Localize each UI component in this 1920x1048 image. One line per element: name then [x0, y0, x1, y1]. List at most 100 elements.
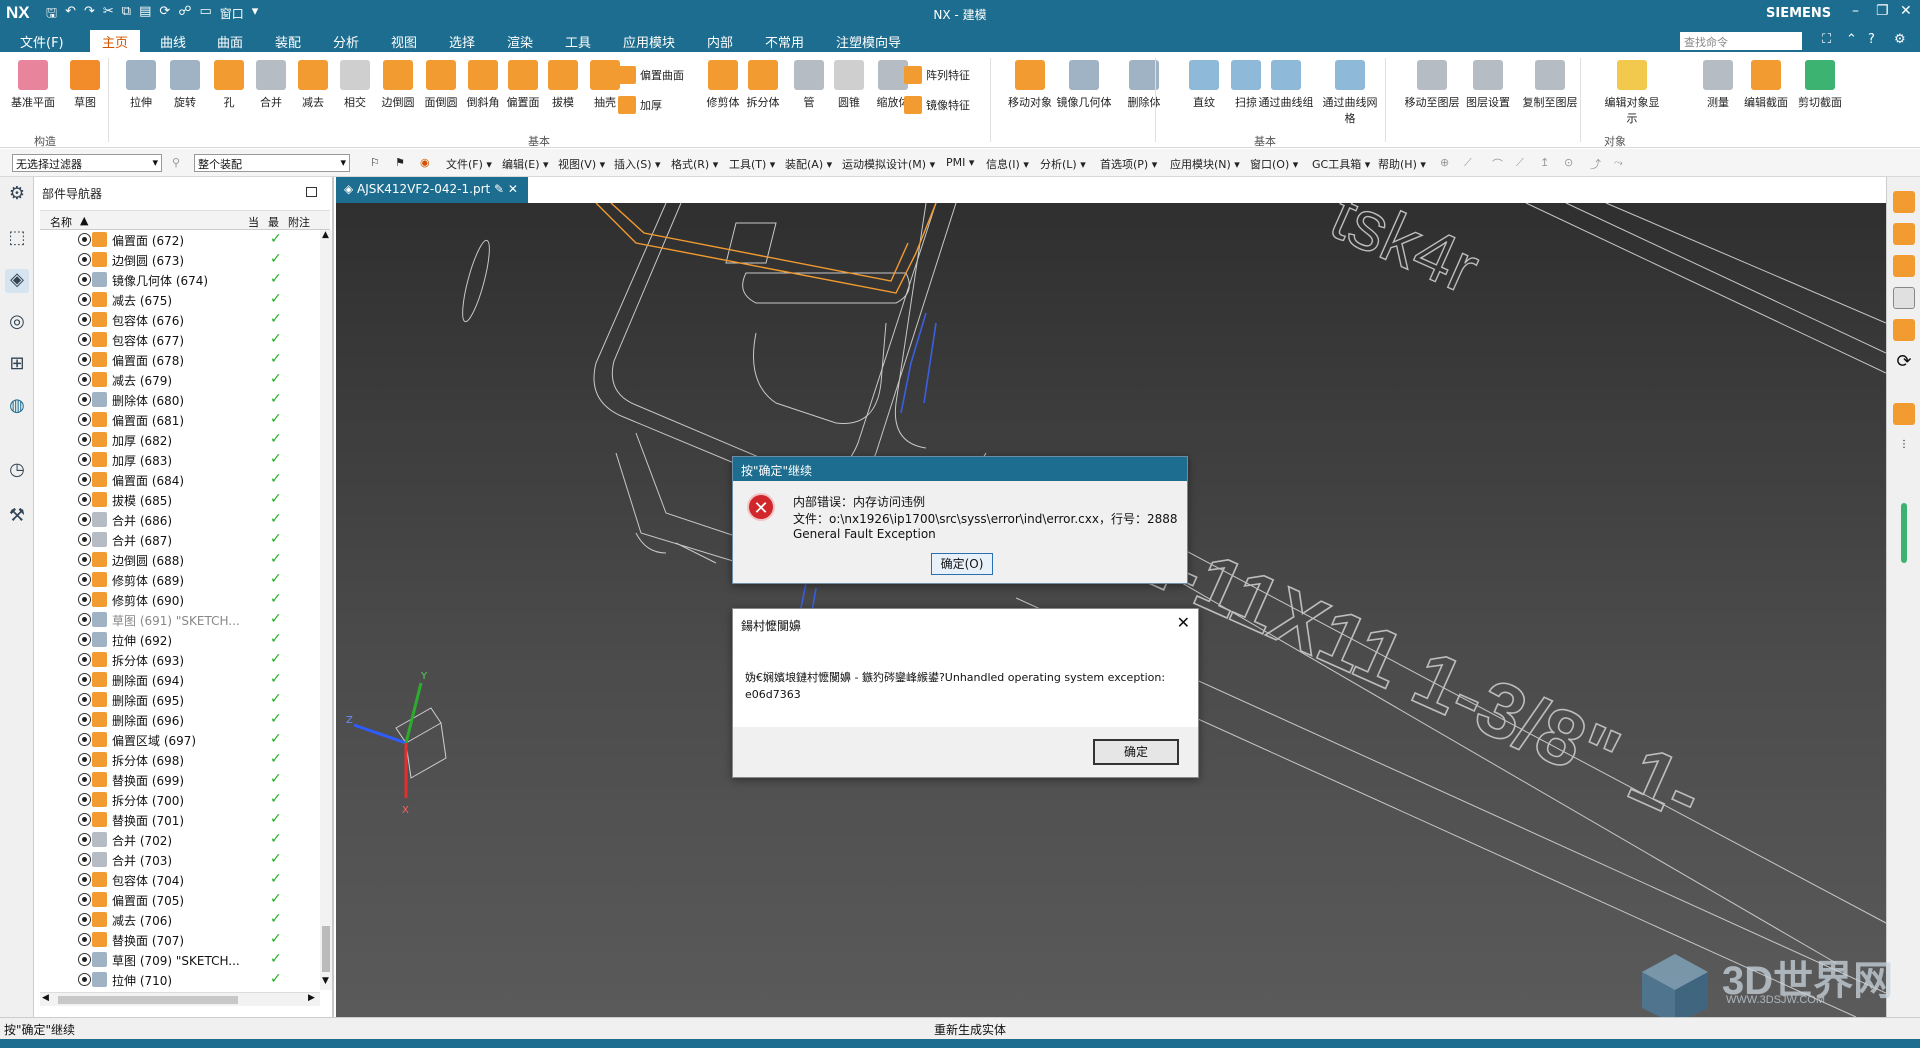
- close-icon[interactable]: ✕: [1177, 613, 1190, 632]
- history-icon[interactable]: ◷: [5, 459, 29, 483]
- confirm-button[interactable]: 确定: [1093, 739, 1179, 765]
- visibility-eye-icon[interactable]: [78, 413, 91, 426]
- snap-mid-icon[interactable]: ↥: [1540, 156, 1549, 169]
- feature-row[interactable]: 拉伸 (692) ✓: [40, 630, 318, 650]
- snap-point-icon[interactable]: ⊕: [1440, 156, 1449, 169]
- visibility-eye-icon[interactable]: [78, 353, 91, 366]
- snap-line-icon[interactable]: ⟋: [1464, 156, 1472, 170]
- feature-row[interactable]: 合并 (686) ✓: [40, 510, 318, 530]
- selection-filter-dropdown[interactable]: 无选择过滤器 ▾: [12, 154, 162, 172]
- select-icon[interactable]: ⚐: [370, 156, 380, 169]
- ribbon-button-25[interactable]: 通过曲线组: [1254, 60, 1318, 110]
- ok-button[interactable]: 确定(O): [931, 553, 993, 575]
- ribbon-button-30[interactable]: 编辑对象显示: [1600, 60, 1664, 126]
- view-right-icon[interactable]: [1893, 255, 1915, 277]
- tab-curve[interactable]: 曲线: [160, 32, 186, 51]
- tab-tools[interactable]: 工具: [565, 32, 591, 51]
- toolbar-menu-6[interactable]: 工具(T) ▾: [729, 156, 775, 172]
- feature-row[interactable]: 包容体 (677) ✓: [40, 330, 318, 350]
- visibility-eye-icon[interactable]: [78, 533, 91, 546]
- reuse-library-icon[interactable]: ◎: [5, 311, 29, 335]
- feature-select-icon[interactable]: ⚑: [395, 156, 405, 169]
- help-icon[interactable]: ?: [1868, 32, 1875, 47]
- view-iso-icon[interactable]: [1893, 287, 1915, 309]
- scroll-up-icon[interactable]: ▲: [322, 230, 329, 240]
- ribbon-button-4[interactable]: 旋转: [162, 60, 208, 110]
- feature-row[interactable]: 加厚 (683) ✓: [40, 450, 318, 470]
- toolbar-menu-1[interactable]: 文件(F) ▾: [446, 156, 492, 172]
- toolbar-menu-8[interactable]: 运动模拟设计(M) ▾: [842, 156, 935, 172]
- assembly-navigator-icon[interactable]: ⬚: [5, 227, 29, 251]
- visibility-eye-icon[interactable]: [78, 853, 91, 866]
- visibility-eye-icon[interactable]: [78, 513, 91, 526]
- ribbon-button-2[interactable]: 草图: [62, 60, 108, 110]
- ribbon-button-28[interactable]: 图层设置: [1456, 60, 1520, 110]
- tab-render[interactable]: 渲染: [507, 32, 533, 51]
- tab-home[interactable]: 主页: [90, 30, 141, 52]
- view-front-icon[interactable]: [1893, 191, 1915, 213]
- scroll-right-icon[interactable]: ▶: [308, 993, 315, 1003]
- ribbon-button-29[interactable]: 复制至图层: [1518, 60, 1582, 110]
- tab-file[interactable]: 文件(F): [20, 32, 64, 51]
- tab-uncommon[interactable]: 不常用: [765, 32, 804, 51]
- settings-icon[interactable]: ⚙: [5, 183, 29, 207]
- close-tab-icon[interactable]: ✕: [508, 182, 518, 196]
- visibility-eye-icon[interactable]: [78, 553, 91, 566]
- ribbon-button-21[interactable]: 镜像几何体: [1052, 60, 1116, 110]
- feature-row[interactable]: 加厚 (682) ✓: [40, 430, 318, 450]
- ribbon-button-18[interactable]: 圆锥: [826, 60, 872, 110]
- toolbar-menu-7[interactable]: 装配(A) ▾: [785, 156, 832, 172]
- ribbon-button-6[interactable]: 合并: [248, 60, 294, 110]
- ribbon-small-button-2[interactable]: 加厚: [618, 96, 662, 114]
- feature-row[interactable]: 包容体 (676) ✓: [40, 310, 318, 330]
- ribbon-button-5[interactable]: 孔: [206, 60, 252, 110]
- slider-icon[interactable]: [1901, 503, 1907, 563]
- visibility-eye-icon[interactable]: [78, 873, 91, 886]
- ribbon-button-3[interactable]: 拉伸: [118, 60, 164, 110]
- snap-extra-icon[interactable]: ⤳: [1614, 156, 1623, 170]
- selection-scope-dropdown[interactable]: 整个装配 ▾: [194, 154, 350, 172]
- visibility-eye-icon[interactable]: [78, 593, 91, 606]
- role-icon[interactable]: ◍: [5, 395, 29, 419]
- feature-row[interactable]: 拔模 (685) ✓: [40, 490, 318, 510]
- visibility-eye-icon[interactable]: [78, 433, 91, 446]
- visibility-eye-icon[interactable]: [78, 253, 91, 266]
- feature-row[interactable]: 删除面 (695) ✓: [40, 690, 318, 710]
- tab-applications[interactable]: 应用模块: [623, 32, 675, 51]
- toolbar-menu-15[interactable]: GC工具箱 ▾: [1312, 156, 1370, 172]
- tab-mold-wizard[interactable]: 注塑模向导: [836, 32, 901, 51]
- system-scenes-icon[interactable]: ⚒: [5, 505, 29, 529]
- visibility-eye-icon[interactable]: [78, 333, 91, 346]
- command-search-input[interactable]: 查找命令: [1680, 32, 1802, 50]
- toolbar-menu-14[interactable]: 窗口(O) ▾: [1250, 156, 1298, 172]
- visibility-eye-icon[interactable]: [78, 693, 91, 706]
- visibility-eye-icon[interactable]: [78, 933, 91, 946]
- snap-tangent-icon[interactable]: ⤴: [1590, 156, 1601, 172]
- document-tab[interactable]: ◈ AJSK412VF2-042-1.prt ✎ ✕: [336, 177, 528, 203]
- ribbon-button-27[interactable]: 移动至图层: [1400, 60, 1464, 110]
- ribbon-button-8[interactable]: 相交: [332, 60, 378, 110]
- ribbon-small-button-1[interactable]: 偏置曲面: [618, 66, 684, 84]
- feature-row[interactable]: 偏置面 (672) ✓: [40, 230, 318, 250]
- visibility-eye-icon[interactable]: [78, 233, 91, 246]
- visibility-eye-icon[interactable]: [78, 273, 91, 286]
- scroll-down-icon[interactable]: ▼: [322, 976, 329, 986]
- filter-icon[interactable]: ⚲: [172, 156, 180, 169]
- ribbon-button-9[interactable]: 边倒圆: [375, 60, 421, 110]
- visibility-eye-icon[interactable]: [78, 773, 91, 786]
- feature-row[interactable]: 偏置面 (684) ✓: [40, 470, 318, 490]
- view-triad[interactable]: Z Y X: [346, 671, 447, 816]
- display-mode-icon[interactable]: ⋮: [1893, 439, 1915, 499]
- settings-icon[interactable]: ⚙: [1894, 32, 1906, 47]
- feature-row[interactable]: 修剪体 (690) ✓: [40, 590, 318, 610]
- feature-row[interactable]: 镜像几何体 (674) ✓: [40, 270, 318, 290]
- feature-row[interactable]: 减去 (675) ✓: [40, 290, 318, 310]
- ribbon-small-button-4[interactable]: 镜像特征: [904, 96, 970, 114]
- toolbar-menu-12[interactable]: 首选项(P) ▾: [1100, 156, 1157, 172]
- visibility-eye-icon[interactable]: [78, 613, 91, 626]
- toolbar-menu-16[interactable]: 帮助(H) ▾: [1378, 156, 1426, 172]
- feature-row[interactable]: 替换面 (701) ✓: [40, 810, 318, 830]
- visibility-eye-icon[interactable]: [78, 973, 91, 986]
- column-name[interactable]: 名称: [50, 214, 72, 230]
- visibility-eye-icon[interactable]: [78, 833, 91, 846]
